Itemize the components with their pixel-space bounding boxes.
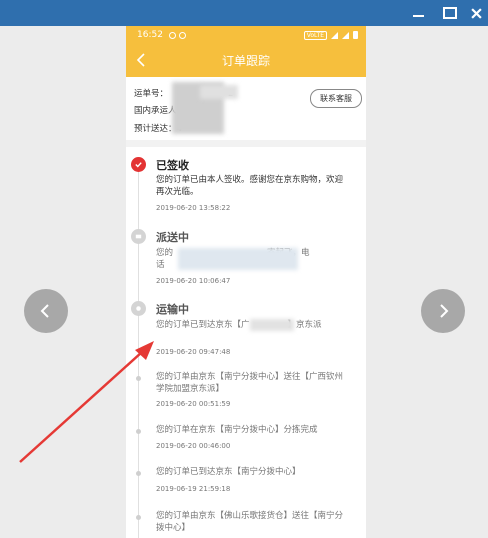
page-title: 订单跟踪 <box>221 54 270 68</box>
minimize-icon[interactable] <box>404 0 432 26</box>
status-time: 16:52 <box>137 30 163 40</box>
previous-image-button[interactable] <box>24 289 68 333</box>
timeline-dot <box>136 429 141 434</box>
redaction-blur <box>250 319 294 331</box>
maximize-icon[interactable] <box>436 0 464 26</box>
redaction-blur <box>200 85 238 99</box>
battery-icon <box>353 31 358 39</box>
event-text: 您的订单由京东【南宁分拨中心】送往【广西钦州学院加盟京东派】 <box>156 372 344 394</box>
timeline-line <box>138 159 139 538</box>
event-time: 2019-06-20 00:51:59 <box>156 400 231 408</box>
transit-icon <box>131 301 146 316</box>
chevron-left-icon <box>40 304 49 318</box>
event-time: 2019-06-19 21:59:18 <box>156 485 231 493</box>
event-time: 2019-06-20 10:06:47 <box>156 277 231 285</box>
volte-badge: VoLTE <box>303 30 327 40</box>
event-text: 您的订单在京东【南宁分拨中心】分拣完成 <box>156 425 318 435</box>
phone-screen: 16:52 VoLTE 订单跟踪 运单号：2 国内承运人： 预计送达：4 联系客… <box>126 26 366 538</box>
timeline-dot <box>136 376 141 381</box>
event-time: 2019-06-20 00:46:00 <box>156 442 231 450</box>
chat-icon <box>178 31 186 39</box>
order-info-card: 运单号：2 国内承运人： 预计送达：4 联系客服 <box>126 77 366 140</box>
phone-statusbar: 16:52 VoLTE <box>126 26 366 44</box>
delivery-icon <box>131 229 146 244</box>
status-title-delivering: 派送中 <box>156 231 189 244</box>
timeline-dot <box>136 515 141 520</box>
signal-icon <box>331 31 338 39</box>
next-image-button[interactable] <box>421 289 465 333</box>
signal-icon-2 <box>342 31 349 39</box>
chevron-right-icon <box>440 304 449 318</box>
signed-check-icon <box>131 157 146 172</box>
navbar: 订单跟踪 <box>126 44 366 77</box>
event-time: 2019-06-20 09:47:48 <box>156 348 231 356</box>
event-text: 您的订单由京东【佛山乐歌接货仓】送往【南宁分拨中心】 <box>156 511 344 533</box>
status-title-transit: 运输中 <box>156 303 189 316</box>
status-title-signed: 已签收 <box>156 159 189 172</box>
close-icon[interactable] <box>462 0 488 26</box>
event-text: 您的订单已由本人签收。感谢您在京东购物，欢迎再次光临。 <box>156 175 344 197</box>
event-time: 2019-06-20 13:58:22 <box>156 204 231 212</box>
event-text: 您的订单已到达京东【南宁分拨中心】 <box>156 467 301 477</box>
notification-icon <box>168 31 176 39</box>
contact-service-button[interactable]: 联系客服 <box>310 89 362 108</box>
window-titlebar <box>0 0 488 26</box>
timeline-dot <box>136 471 141 476</box>
redaction-blur <box>178 248 298 270</box>
tracking-timeline: 已签收 您的订单已由本人签收。感谢您在京东购物，欢迎再次光临。 2019-06-… <box>126 147 366 538</box>
